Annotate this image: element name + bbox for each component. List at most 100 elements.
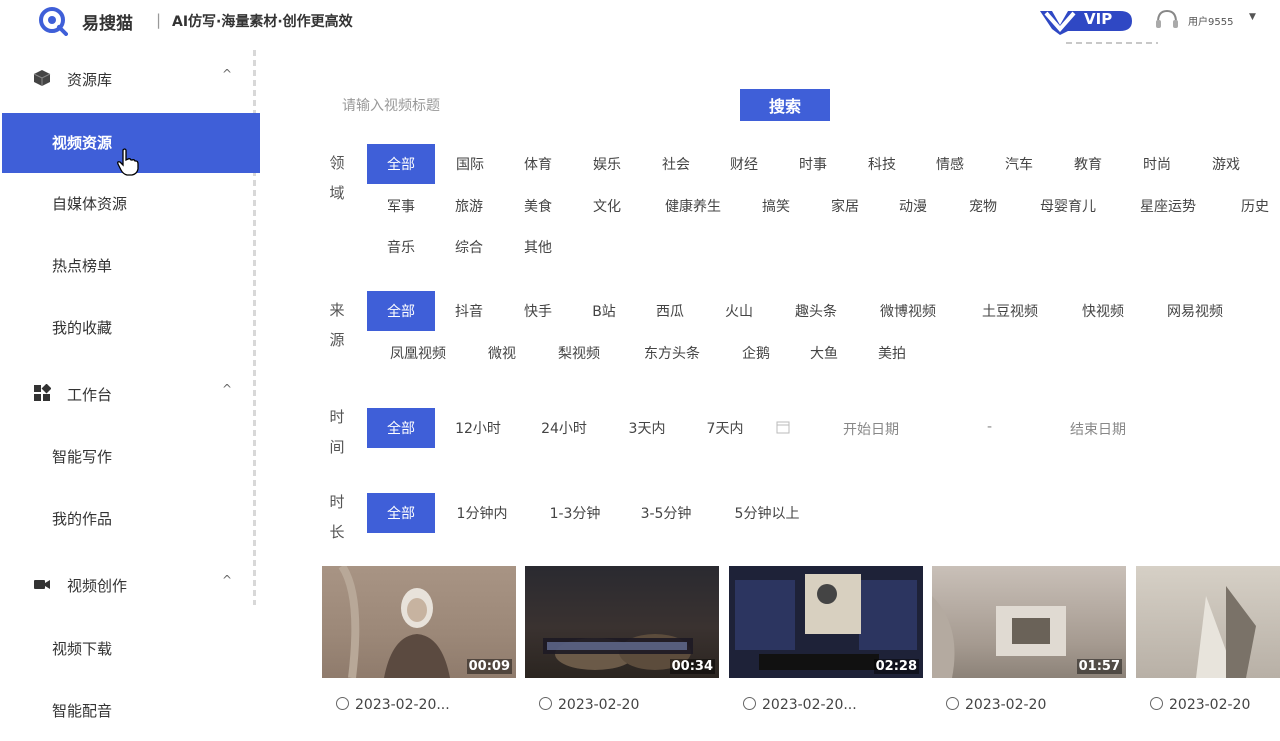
source-option[interactable]: 凤凰视频	[378, 333, 458, 373]
user-avatar-icon[interactable]	[1154, 8, 1180, 32]
source-option[interactable]: 火山	[716, 291, 762, 331]
video-duration: 00:34	[669, 659, 715, 674]
video-date: 2023-02-20	[946, 697, 1046, 713]
filter-label-char: 领	[329, 154, 345, 172]
domain-option[interactable]: 时尚	[1134, 144, 1180, 184]
brand-separator: |	[156, 11, 162, 29]
search-input[interactable]	[340, 92, 724, 120]
video-thumbnail	[1196, 586, 1256, 678]
time-option[interactable]: 7天内	[698, 408, 752, 448]
duration-option-all[interactable]: 全部	[367, 493, 435, 533]
domain-option[interactable]: 国际	[447, 144, 493, 184]
sidebar-item-hot-list[interactable]: 热点榜单	[2, 236, 260, 296]
sidebar-item-my-favorites[interactable]: 我的收藏	[2, 298, 260, 358]
source-option[interactable]: 美拍	[869, 333, 915, 373]
chevron-up-icon[interactable]: ^	[222, 573, 232, 587]
source-option[interactable]: 西瓜	[647, 291, 693, 331]
source-option[interactable]: 梨视频	[547, 333, 611, 373]
domain-option-all[interactable]: 全部	[367, 144, 435, 184]
source-option[interactable]: B站	[581, 291, 627, 331]
source-option[interactable]: 网易视频	[1155, 291, 1235, 331]
source-option[interactable]: 快视频	[1071, 291, 1135, 331]
username[interactable]: 用户9555	[1188, 13, 1233, 28]
time-option[interactable]: 3天内	[620, 408, 674, 448]
source-option[interactable]: 微博视频	[868, 291, 948, 331]
domain-option[interactable]: 动漫	[890, 186, 936, 226]
domain-option[interactable]: 家居	[822, 186, 868, 226]
sidebar-group-workbench[interactable]: 工作台 ^	[0, 373, 260, 413]
sidebar-item-label: 视频下载	[52, 640, 113, 658]
domain-option[interactable]: 体育	[515, 144, 561, 184]
domain-option[interactable]: 音乐	[378, 227, 424, 267]
cube-icon	[33, 70, 51, 86]
domain-option[interactable]: 健康养生	[653, 186, 733, 226]
video-card[interactable]: 00:09	[322, 566, 516, 678]
source-option[interactable]: 趣头条	[784, 291, 848, 331]
user-menu-caret-icon[interactable]: ▼	[1249, 12, 1256, 22]
sidebar-group-video-creation[interactable]: 视频创作 ^	[0, 564, 260, 604]
source-option[interactable]: 企鹅	[733, 333, 779, 373]
duration-option[interactable]: 5分钟以上	[724, 493, 810, 533]
clock-icon	[1150, 697, 1163, 710]
source-option[interactable]: 大鱼	[801, 333, 847, 373]
domain-option[interactable]: 母婴育儿	[1028, 186, 1108, 226]
domain-option[interactable]: 宠物	[960, 186, 1006, 226]
search-button[interactable]: 搜索	[740, 89, 830, 121]
end-date-field[interactable]: 结束日期	[1070, 419, 1126, 439]
filter-label-char: 时	[329, 493, 345, 511]
domain-option[interactable]: 旅游	[446, 186, 492, 226]
duration-option[interactable]: 1-3分钟	[541, 493, 609, 533]
domain-option[interactable]: 情感	[927, 144, 973, 184]
domain-option[interactable]: 军事	[378, 186, 424, 226]
video-card[interactable]: 00:34	[525, 566, 719, 678]
domain-option[interactable]: 历史	[1232, 186, 1278, 226]
domain-option[interactable]: 文化	[584, 186, 630, 226]
duration-option[interactable]: 3-5分钟	[632, 493, 700, 533]
domain-option[interactable]: 搞笑	[753, 186, 799, 226]
sidebar-item-smart-dubbing[interactable]: 智能配音	[2, 681, 260, 741]
source-option[interactable]: 快手	[515, 291, 561, 331]
chevron-up-icon[interactable]: ^	[222, 382, 232, 396]
video-camera-icon	[34, 580, 50, 589]
domain-option[interactable]: 社会	[653, 144, 699, 184]
duration-option[interactable]: 1分钟内	[448, 493, 516, 533]
start-date-field[interactable]: 开始日期	[843, 419, 899, 439]
top-header: 易搜猫 | AI仿写·海量素材·创作更高效 VIP 用户9555 ▼	[0, 0, 1280, 44]
logo-icon[interactable]	[38, 6, 68, 36]
time-option[interactable]: 12小时	[448, 408, 508, 448]
sidebar-item-video-download[interactable]: 视频下载	[2, 619, 260, 679]
domain-option[interactable]: 娱乐	[584, 144, 630, 184]
domain-option[interactable]: 科技	[859, 144, 905, 184]
chevron-up-icon[interactable]: ^	[222, 67, 232, 81]
domain-option[interactable]: 综合	[446, 227, 492, 267]
video-card[interactable]	[1136, 566, 1280, 678]
domain-option[interactable]: 其他	[515, 227, 561, 267]
video-card[interactable]: 02:28	[729, 566, 923, 678]
sidebar-item-smart-writing[interactable]: 智能写作	[2, 427, 260, 487]
brand-name[interactable]: 易搜猫	[82, 9, 133, 34]
sidebar-item-label: 热点榜单	[52, 257, 113, 275]
domain-option[interactable]: 游戏	[1203, 144, 1249, 184]
domain-option[interactable]: 星座运势	[1128, 186, 1208, 226]
source-option[interactable]: 土豆视频	[970, 291, 1050, 331]
domain-option[interactable]: 美食	[515, 186, 561, 226]
domain-option[interactable]: 教育	[1065, 144, 1111, 184]
domain-option[interactable]: 时事	[790, 144, 836, 184]
sidebar-group-resources[interactable]: 资源库 ^	[0, 58, 260, 98]
sidebar-group-label: 视频创作	[67, 577, 128, 595]
sidebar-item-my-works[interactable]: 我的作品	[2, 489, 260, 549]
sidebar-item-label: 自媒体资源	[52, 195, 128, 213]
domain-option[interactable]: 财经	[721, 144, 767, 184]
source-option[interactable]: 微视	[479, 333, 525, 373]
time-option-all[interactable]: 全部	[367, 408, 435, 448]
calendar-icon[interactable]	[776, 420, 790, 434]
source-option-all[interactable]: 全部	[367, 291, 435, 331]
sidebar-item-media-resources[interactable]: 自媒体资源	[2, 174, 260, 234]
domain-option[interactable]: 汽车	[996, 144, 1042, 184]
sidebar-item-label: 智能配音	[52, 702, 113, 720]
vip-label[interactable]: VIP	[1084, 10, 1112, 28]
source-option[interactable]: 抖音	[446, 291, 492, 331]
source-option[interactable]: 东方头条	[632, 333, 712, 373]
video-card[interactable]: 01:57	[932, 566, 1126, 678]
time-option[interactable]: 24小时	[534, 408, 594, 448]
